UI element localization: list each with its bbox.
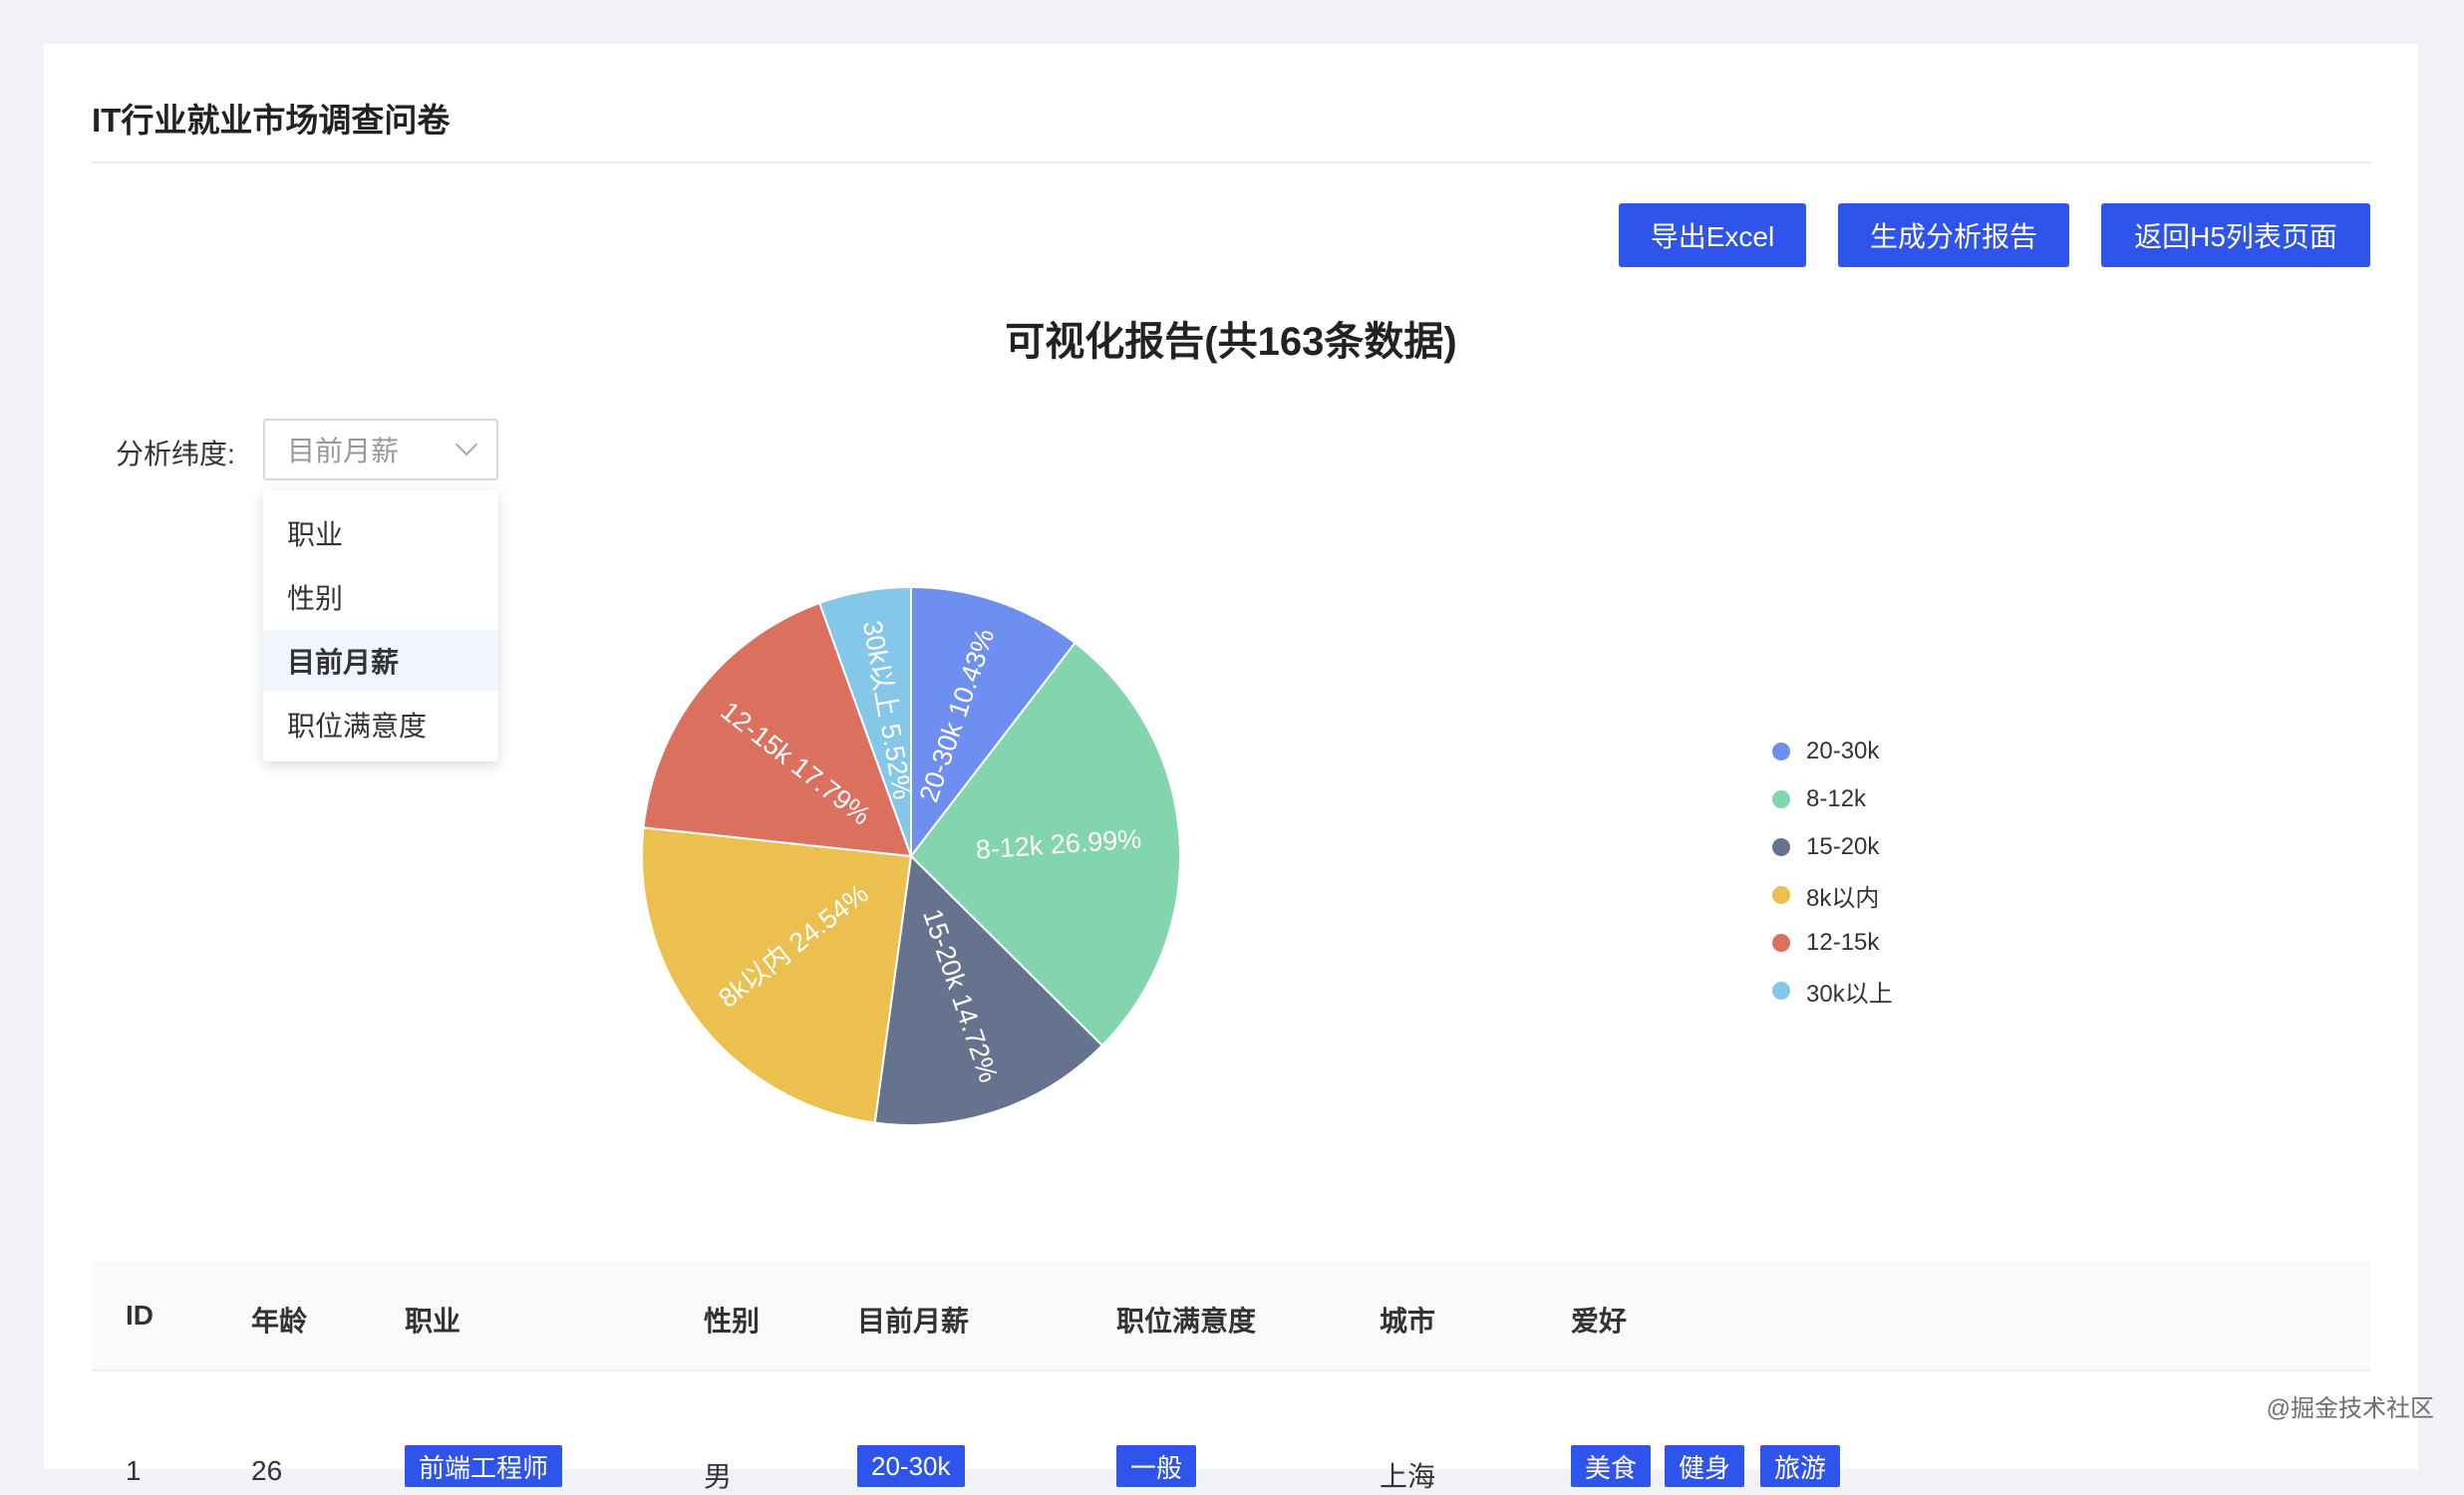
legend-label: 8-12k	[1806, 785, 1867, 812]
th-age: 年龄	[251, 1306, 308, 1337]
dimension-label: 分析纬度:	[116, 439, 235, 469]
export-excel-button[interactable]: 导出Excel	[1619, 203, 1806, 267]
dropdown-option-salary[interactable]: 目前月薪	[263, 630, 498, 692]
main-card: IT行业就业市场调查问卷 导出Excel 生成分析报告 返回H5列表页面 可视化…	[44, 44, 2418, 1492]
legend-label: 12-15k	[1806, 929, 1880, 956]
dimension-select[interactable]: 目前月薪	[263, 419, 498, 480]
legend-item-0[interactable]: 20-30k	[1772, 728, 1893, 775]
legend-dot-icon	[1772, 886, 1790, 904]
cell-age: 26	[251, 1455, 283, 1486]
cell-hobby-tag: 美食	[1571, 1445, 1652, 1487]
th-city: 城市	[1380, 1306, 1436, 1337]
dropdown-option-gender[interactable]: 性别	[263, 566, 498, 628]
legend-dot-icon	[1772, 743, 1790, 760]
legend-item-2[interactable]: 15-20k	[1772, 823, 1893, 871]
legend-item-1[interactable]: 8-12k	[1772, 775, 1893, 823]
th-job: 职业	[405, 1306, 462, 1337]
legend-dot-icon	[1772, 982, 1790, 1000]
cell-hobby-tag: 健身	[1665, 1445, 1745, 1487]
back-to-list-button[interactable]: 返回H5列表页面	[2101, 203, 2370, 267]
cell-job-tag: 前端工程师	[405, 1445, 563, 1487]
chevron-down-icon	[455, 433, 478, 456]
table-header-row: ID 年龄 职业 性别 目前月薪 职位满意度 城市 爱好	[92, 1262, 2370, 1371]
legend-label: 30k以上	[1806, 980, 1893, 1008]
legend-label: 8k以内	[1806, 884, 1880, 912]
legend-dot-icon	[1772, 934, 1790, 952]
watermark: @掘金技术社区	[2266, 1395, 2434, 1422]
page-title: IT行业就业市场调查问卷	[92, 102, 451, 139]
legend-item-3[interactable]: 8k以内	[1772, 871, 1893, 919]
chart-legend: 20-30k 8-12k 15-20k 8k以内 12-15k 30k以上	[1772, 728, 1893, 1015]
report-title: 可视化报告(共163条数据)	[1005, 320, 1457, 364]
th-gender: 性别	[704, 1306, 761, 1337]
legend-item-5[interactable]: 30k以上	[1772, 967, 1893, 1015]
table-row: 1 26 前端工程师 男 20-30k 一般 上海 美食 健身 旅游	[92, 1371, 2370, 1492]
title-divider	[92, 161, 2370, 163]
th-hobbies: 爱好	[1571, 1306, 1628, 1337]
legend-dot-icon	[1772, 838, 1790, 856]
cell-gender: 男	[704, 1461, 733, 1492]
th-salary: 目前月薪	[857, 1306, 970, 1337]
dropdown-option-job[interactable]: 职业	[263, 502, 498, 564]
cell-hobby-tag: 旅游	[1760, 1445, 1841, 1487]
legend-item-4[interactable]: 12-15k	[1772, 919, 1893, 967]
legend-dot-icon	[1772, 790, 1790, 808]
th-id: ID	[126, 1300, 154, 1331]
cell-salary-tag: 20-30k	[857, 1445, 965, 1487]
dropdown-option-satisfaction[interactable]: 职位满意度	[263, 694, 498, 755]
legend-label: 15-20k	[1806, 833, 1880, 860]
cell-satisfaction-tag: 一般	[1116, 1445, 1197, 1487]
legend-label: 20-30k	[1806, 738, 1880, 764]
dimension-select-value: 目前月薪	[287, 436, 400, 466]
generate-report-button[interactable]: 生成分析报告	[1838, 203, 2069, 267]
cell-city: 上海	[1380, 1461, 1436, 1492]
dimension-dropdown: 职业 性别 目前月薪 职位满意度	[263, 490, 498, 761]
cell-id: 1	[126, 1455, 142, 1486]
th-satisfaction: 职位满意度	[1116, 1306, 1257, 1337]
salary-pie-chart: 20-30k 10.43%8-12k 26.99%15-20k 14.72%8k…	[642, 587, 1180, 1125]
